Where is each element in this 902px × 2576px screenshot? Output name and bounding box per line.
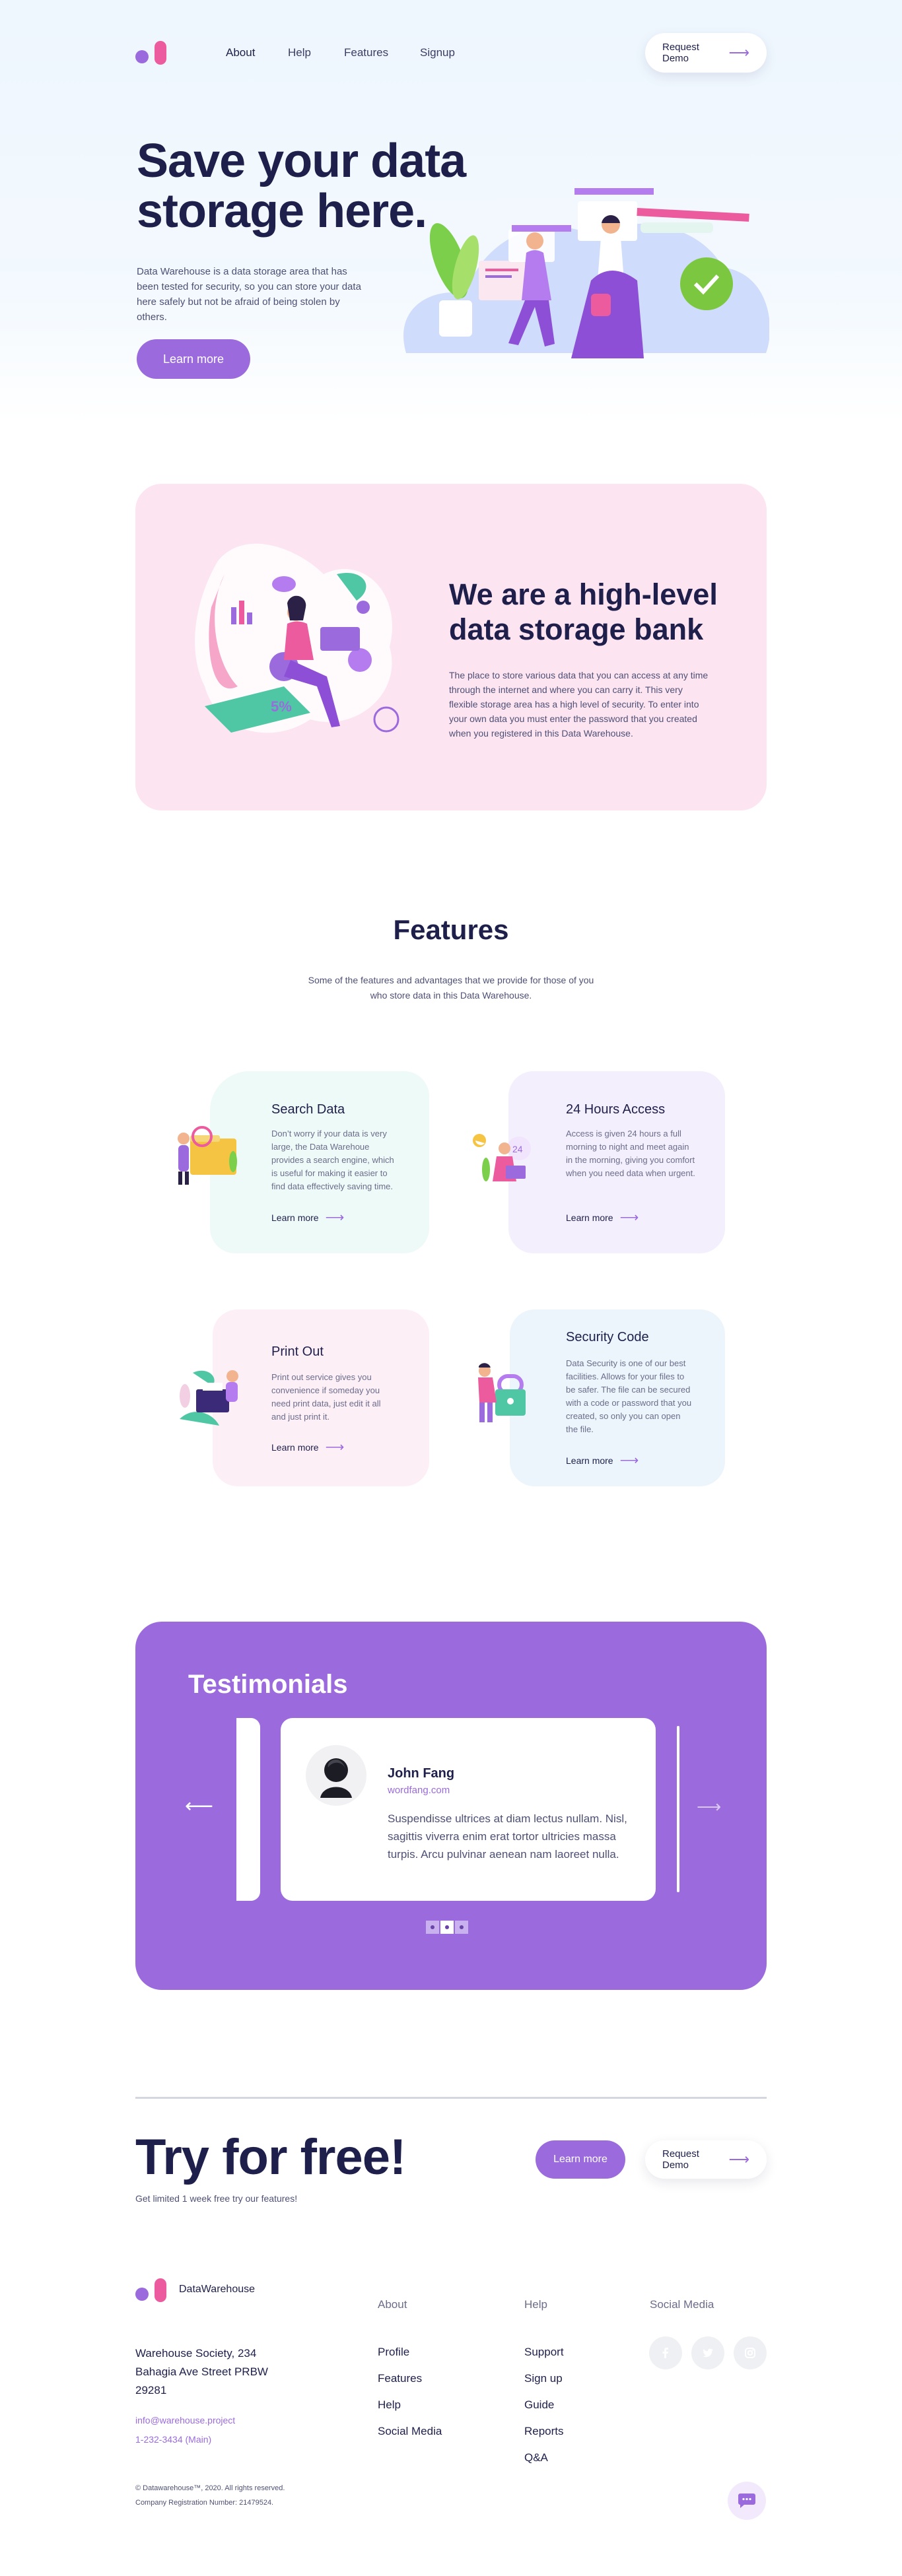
feature-text-print: Print out service gives you convenience … xyxy=(271,1372,381,1422)
feature-learn-more-print[interactable]: Learn more ⟶ xyxy=(271,1439,344,1455)
svg-text:5%: 5% xyxy=(271,698,292,715)
next-slide-card-edge xyxy=(677,1726,679,1892)
cta-learn-more-button[interactable]: Learn more xyxy=(536,2140,625,2179)
footer-address-line3: 29281 xyxy=(135,2384,167,2396)
carousel-dots xyxy=(426,1921,468,1934)
twitter-icon[interactable] xyxy=(691,2336,724,2369)
print-out-illustration-icon xyxy=(180,1370,238,1426)
footer-link-support[interactable]: Support xyxy=(524,2346,564,2359)
feature-title-security: Security Code xyxy=(566,1330,649,1344)
feature-title-print: Print Out xyxy=(271,1344,324,1359)
footer-address-line1: Warehouse Society, 234 xyxy=(135,2347,257,2360)
chat-button[interactable] xyxy=(728,2482,766,2520)
footer-link-sign-up[interactable]: Sign up xyxy=(524,2372,563,2385)
footer-about-heading: About xyxy=(378,2298,407,2311)
learn-more-label: Learn more xyxy=(566,1212,613,1223)
hero-illustration xyxy=(403,188,769,358)
features-subtitle: Some of the features and advantages that… xyxy=(308,975,594,1001)
bank-title-line2: data storage bank xyxy=(449,612,704,646)
feature-learn-more-access[interactable]: Learn more ⟶ xyxy=(566,1209,639,1226)
footer-help-heading: Help xyxy=(524,2298,547,2311)
footer-link-reports[interactable]: Reports xyxy=(524,2425,564,2438)
logo-circle-icon xyxy=(135,50,149,63)
logo-pill-icon xyxy=(155,2278,166,2302)
learn-more-label: Learn more xyxy=(271,1441,319,1453)
hero-title-line2: storage here. xyxy=(137,185,427,238)
feature-text-security: Data Security is one of our best facilit… xyxy=(566,1358,692,1434)
search-data-illustration-icon xyxy=(178,1126,237,1185)
facebook-icon[interactable] xyxy=(649,2336,682,2369)
section-divider xyxy=(135,2097,767,2099)
arrow-right-icon: ⟶ xyxy=(325,1440,345,1455)
cta-request-demo-button[interactable]: Request Demo ⟶ xyxy=(645,2140,767,2179)
logo[interactable] xyxy=(135,41,168,67)
footer-logo[interactable] xyxy=(135,2278,175,2305)
footer-address-line2: Bahagia Ave Street PRBW xyxy=(135,2365,268,2378)
footer-email-link[interactable]: info@warehouse.project xyxy=(135,2415,235,2426)
carousel-prev-button[interactable]: ⟵ xyxy=(185,1797,218,1816)
request-demo-label: Request Demo xyxy=(662,42,699,64)
arrow-right-icon: ⟶ xyxy=(325,1210,345,1225)
features-title: Features xyxy=(393,914,509,945)
cta-subtitle: Get limited 1 week free try our features… xyxy=(135,2193,298,2204)
carousel-dot[interactable] xyxy=(426,1921,439,1934)
footer-link-qa[interactable]: Q&A xyxy=(524,2451,548,2464)
carousel-dot-active[interactable] xyxy=(440,1921,454,1934)
chat-bubble-icon xyxy=(738,2493,755,2508)
testimonial-quote: Suspendisse ultrices at diam lectus null… xyxy=(388,1812,627,1861)
avatar xyxy=(306,1745,366,1806)
hero-description: Data Warehouse is a data storage area th… xyxy=(137,266,361,323)
carousel-dot[interactable] xyxy=(455,1921,468,1934)
arrow-right-icon: ⟶ xyxy=(728,2151,749,2167)
svg-text:24: 24 xyxy=(512,1144,523,1154)
arrow-right-icon: ⟶ xyxy=(728,44,749,61)
logo-circle-icon xyxy=(135,2288,149,2301)
request-demo-button[interactable]: Request Demo ⟶ xyxy=(645,33,767,73)
hero-learn-more-button[interactable]: Learn more xyxy=(137,339,250,379)
footer-registration: Company Registration Number: 21479524. xyxy=(135,2499,274,2507)
bank-description: The place to store various data that you… xyxy=(449,670,709,739)
testimonials-title: Testimonials xyxy=(188,1670,348,1699)
footer-link-features[interactable]: Features xyxy=(378,2372,422,2385)
testimonial-website-link[interactable]: wordfang.com xyxy=(388,1785,450,1796)
footer-brand: DataWarehouse xyxy=(179,2284,256,2295)
learn-more-label: Learn more xyxy=(566,1455,613,1466)
footer-phone: 1-232-3434 (Main) xyxy=(135,2434,212,2445)
footer-link-profile[interactable]: Profile xyxy=(378,2346,409,2359)
feature-title-access: 24 Hours Access xyxy=(566,1102,666,1117)
nav-link-features[interactable]: Features xyxy=(344,46,388,59)
feature-learn-more-security[interactable]: Learn more ⟶ xyxy=(566,1452,639,1469)
learn-more-label: Learn more xyxy=(271,1212,319,1223)
nav-link-signup[interactable]: Signup xyxy=(420,46,455,59)
footer-link-guide[interactable]: Guide xyxy=(524,2398,554,2412)
testimonial-name: John Fang xyxy=(388,1766,455,1781)
footer-link-help[interactable]: Help xyxy=(378,2398,401,2412)
feature-title-search: Search Data xyxy=(271,1102,345,1117)
carousel-next-button[interactable]: ⟶ xyxy=(697,1797,723,1816)
instagram-icon[interactable] xyxy=(734,2336,767,2369)
previous-slide-card-edge xyxy=(236,1718,260,1901)
logo-pill-icon xyxy=(155,41,166,65)
request-demo-label: Request Demo xyxy=(662,2148,699,2171)
footer-social-heading: Social Media xyxy=(650,2298,714,2311)
feature-text-search: Don’t worry if your data is very large, … xyxy=(271,1129,394,1191)
data-bank-illustration: 5% xyxy=(195,543,399,733)
arrow-right-icon: ⟶ xyxy=(619,1453,639,1468)
feature-text-access: Access is given 24 hours a full morning … xyxy=(566,1129,695,1178)
arrow-right-icon: ⟶ xyxy=(619,1210,639,1225)
footer-copyright: © Datawarehouse™, 2020. All rights reser… xyxy=(135,2484,285,2492)
bank-title-line1: We are a high-level xyxy=(449,578,718,611)
feature-learn-more-search[interactable]: Learn more ⟶ xyxy=(271,1209,344,1226)
footer-link-social-media[interactable]: Social Media xyxy=(378,2425,442,2438)
security-code-illustration-icon xyxy=(478,1363,526,1422)
nav-link-about[interactable]: About xyxy=(226,46,255,59)
access-illustration-icon: 24 xyxy=(473,1134,531,1181)
cta-title: Try for free! xyxy=(135,2129,406,2185)
nav-link-help[interactable]: Help xyxy=(288,46,311,59)
